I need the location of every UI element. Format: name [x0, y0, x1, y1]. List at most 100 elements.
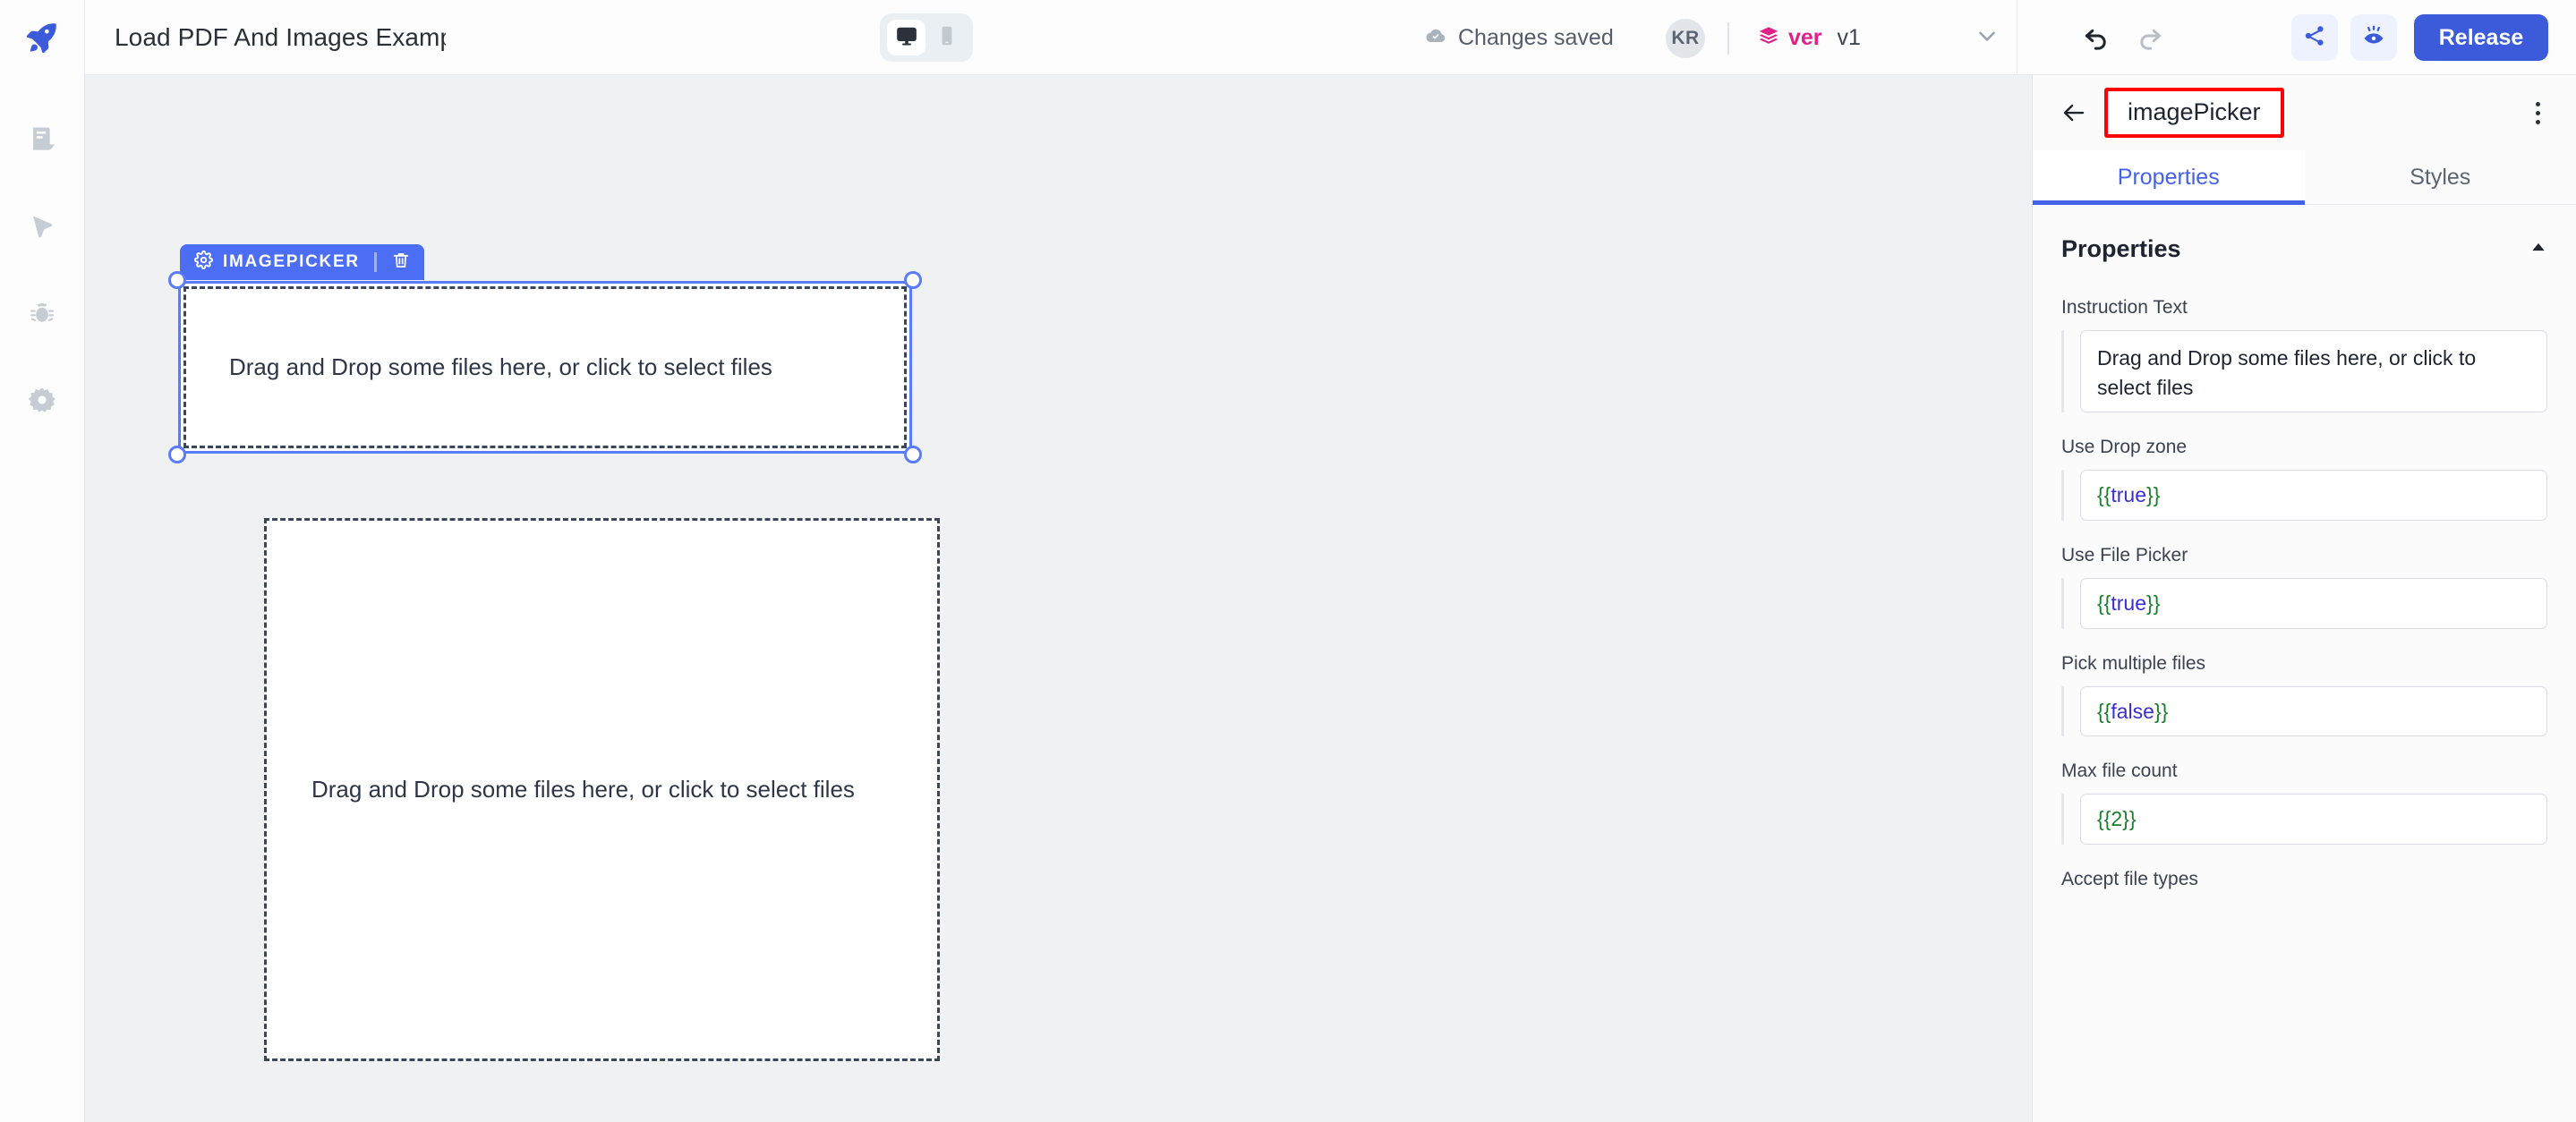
- code-value: true: [2111, 591, 2147, 615]
- resize-handle-top-left[interactable]: [168, 271, 186, 289]
- field-accent-bar: [2061, 685, 2064, 737]
- app-logo[interactable]: [0, 0, 85, 75]
- avatar[interactable]: KR: [1666, 19, 1705, 58]
- code-value: true: [2111, 483, 2147, 507]
- code-brace-open: {{: [2097, 699, 2111, 723]
- kebab-dot: [2535, 110, 2540, 115]
- layers-icon: [1757, 24, 1780, 52]
- header-action-icons: [2291, 14, 2397, 61]
- device-preview-toggle: [880, 13, 973, 62]
- preview-button[interactable]: [2350, 14, 2397, 61]
- section-title: Properties: [2061, 234, 2181, 262]
- properties-section-header[interactable]: Properties: [2033, 225, 2576, 273]
- sidebar-item-settings[interactable]: [0, 359, 85, 446]
- resize-handle-top-right[interactable]: [904, 271, 922, 289]
- undo-redo-group: [2081, 0, 2165, 75]
- page-title: Load PDF And Images Examp: [115, 22, 446, 51]
- inspector-header: imagePicker: [2033, 75, 2576, 150]
- widget-name-field[interactable]: imagePicker: [2104, 88, 2284, 138]
- use-drop-zone-input[interactable]: {{true}}: [2080, 470, 2547, 521]
- property-pick-multiple-files: Pick multiple files {{false}}: [2033, 653, 2576, 737]
- pick-multiple-files-input[interactable]: {{false}}: [2080, 685, 2547, 737]
- selection-outline: Drag and Drop some files here, or click …: [178, 281, 912, 454]
- share-nodes-icon: [2302, 23, 2327, 53]
- property-max-file-count: Max file count {{2}}: [2033, 761, 2576, 845]
- eye-preview-icon: [2361, 23, 2386, 53]
- code-brace-close: }}: [2146, 483, 2161, 507]
- sidebar-item-widgets[interactable]: [0, 185, 85, 272]
- top-header-bar: Load PDF And Images Examp Changes saved …: [0, 0, 2576, 75]
- use-file-picker-input[interactable]: {{true}}: [2080, 577, 2547, 629]
- version-label: ver: [1788, 24, 1822, 50]
- version-selector[interactable]: ver v1: [1757, 0, 1861, 75]
- resize-handle-bottom-right[interactable]: [904, 446, 922, 463]
- trash-delete-icon[interactable]: [391, 251, 411, 275]
- header-divider: [1727, 22, 1729, 55]
- gear-settings-icon[interactable]: [193, 250, 214, 274]
- resize-handle-bottom-left[interactable]: [168, 446, 186, 463]
- property-instruction-text: Instruction Text Drag and Drop some file…: [2033, 297, 2576, 413]
- dropzone-instruction-text-secondary: Drag and Drop some files here, or click …: [311, 776, 855, 803]
- undo-arrow-icon[interactable]: [2081, 21, 2111, 55]
- desktop-monitor-icon: [895, 24, 918, 52]
- property-label: Use Drop zone: [2061, 437, 2188, 458]
- caret-up-icon[interactable]: [2529, 238, 2547, 260]
- field-accent-bar: [2061, 470, 2064, 521]
- badge-separator: [373, 252, 377, 272]
- dropzone-secondary[interactable]: Drag and Drop some files here, or click …: [264, 518, 940, 1061]
- version-dropdown-button[interactable]: [1974, 0, 2000, 75]
- widget-imagepicker-selected[interactable]: IMAGEPICKER Drag and Drop some files her…: [168, 244, 922, 463]
- main-body: IMAGEPICKER Drag and Drop some files her…: [0, 75, 2576, 1122]
- property-label: Instruction Text: [2061, 297, 2188, 318]
- code-brace-open: {{: [2097, 483, 2111, 507]
- property-use-drop-zone: Use Drop zone {{true}}: [2033, 437, 2576, 521]
- tab-properties[interactable]: Properties: [2033, 150, 2305, 205]
- bug-debug-icon: [28, 299, 56, 332]
- canvas[interactable]: IMAGEPICKER Drag and Drop some files her…: [85, 75, 2032, 1122]
- field-accent-bar: [2061, 577, 2064, 629]
- cloud-check-icon: [1425, 25, 1446, 51]
- dropzone-instruction-text: Drag and Drop some files here, or click …: [229, 353, 772, 380]
- gear-settings-icon: [28, 386, 56, 419]
- desktop-preview-button[interactable]: [887, 20, 925, 55]
- property-label: Use File Picker: [2061, 544, 2188, 565]
- tab-styles[interactable]: Styles: [2304, 150, 2576, 204]
- widget-badge: IMAGEPICKER: [180, 244, 424, 280]
- sidebar-item-pages[interactable]: [0, 98, 85, 185]
- more-options-icon[interactable]: [2522, 95, 2553, 131]
- code-brace-close: }}: [2154, 699, 2169, 723]
- pages-document-icon: [27, 124, 57, 159]
- field-accent-bar: [2061, 794, 2064, 845]
- code-value: 2: [2111, 807, 2123, 831]
- mobile-phone-icon: [935, 24, 959, 52]
- release-button[interactable]: Release: [2414, 14, 2548, 61]
- redo-arrow-icon[interactable]: [2135, 21, 2165, 55]
- property-label: Accept file types: [2061, 868, 2198, 889]
- app-root: Load PDF And Images Examp Changes saved …: [0, 0, 2576, 1122]
- back-arrow-icon[interactable]: [2058, 97, 2090, 129]
- inspector-panel: imagePicker Properties Styles Properties: [2032, 75, 2576, 1122]
- mobile-preview-button[interactable]: [927, 20, 966, 55]
- kebab-dot: [2535, 119, 2540, 124]
- widget-badge-label: IMAGEPICKER: [223, 252, 360, 271]
- chevron-down-icon: [1974, 22, 2000, 54]
- inspector-content[interactable]: Properties Instruction Text Drag and Dro…: [2033, 205, 2576, 1122]
- sidebar-item-debugger[interactable]: [0, 272, 85, 359]
- property-label: Pick multiple files: [2061, 652, 2206, 674]
- max-file-count-input[interactable]: {{2}}: [2080, 794, 2547, 845]
- rocket-icon: [24, 20, 60, 55]
- dropzone-selected[interactable]: Drag and Drop some files here, or click …: [183, 286, 907, 448]
- code-value: false: [2111, 699, 2154, 723]
- save-status-text: Changes saved: [1458, 24, 1614, 50]
- kebab-dot: [2535, 101, 2540, 106]
- code-brace-open: {{: [2097, 807, 2111, 831]
- property-use-file-picker: Use File Picker {{true}}: [2033, 545, 2576, 629]
- code-brace-close: }}: [2122, 807, 2137, 831]
- property-label: Max file count: [2061, 761, 2178, 782]
- left-sidebar: [0, 75, 85, 1122]
- field-accent-bar: [2061, 330, 2064, 413]
- code-brace-open: {{: [2097, 591, 2111, 615]
- share-button[interactable]: [2291, 14, 2338, 61]
- instruction-text-input[interactable]: Drag and Drop some files here, or click …: [2080, 330, 2547, 413]
- code-brace-close: }}: [2146, 591, 2161, 615]
